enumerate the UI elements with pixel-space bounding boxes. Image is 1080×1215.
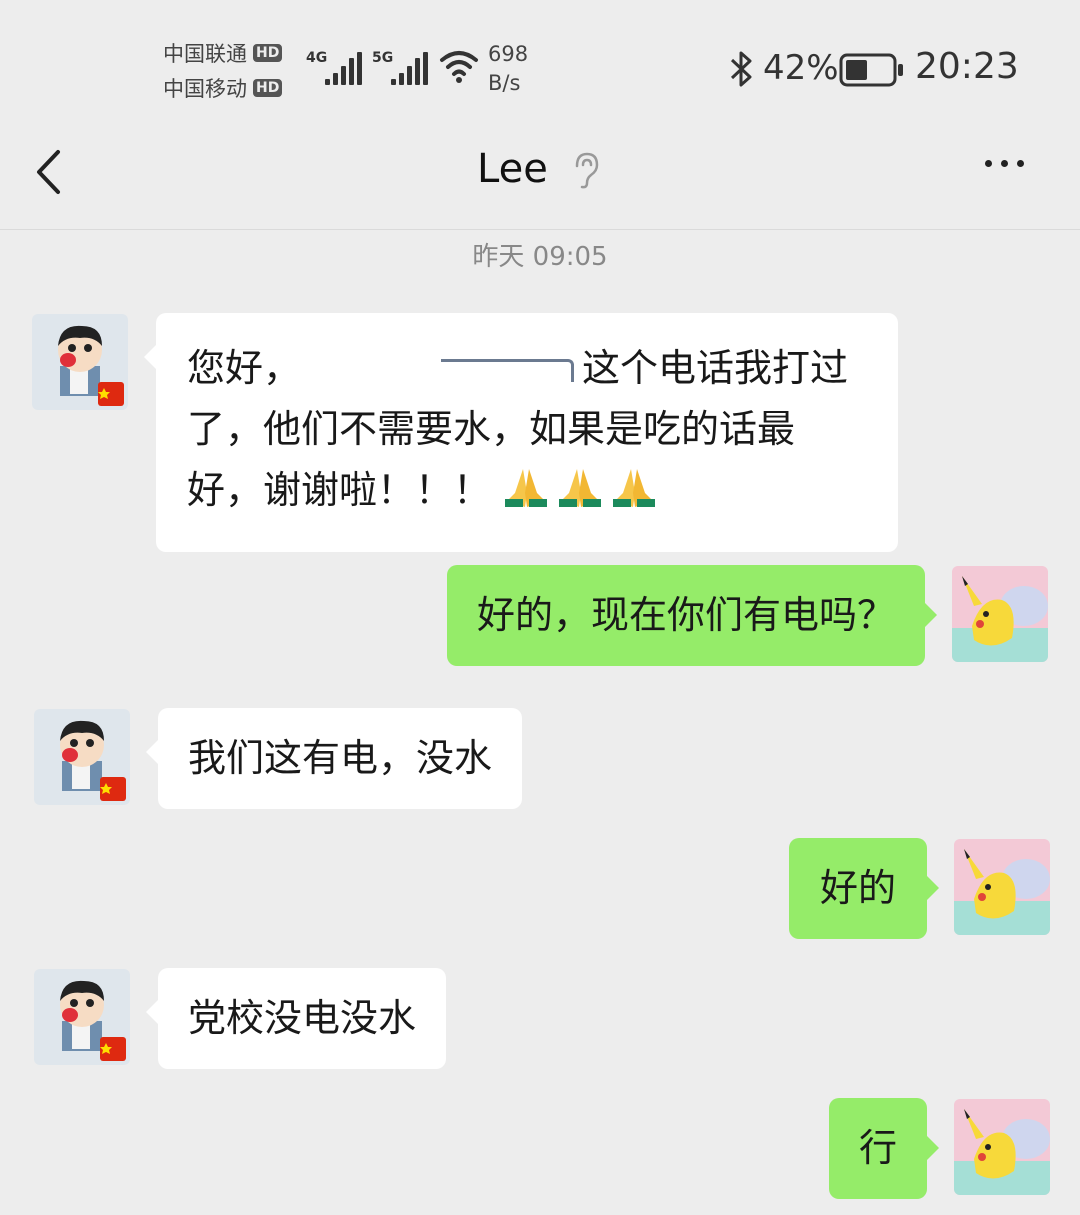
battery-percent: 42% <box>763 48 839 88</box>
message-text: 您好， <box>187 346 302 390</box>
self-avatar[interactable] <box>954 839 1050 935</box>
carrier-2: 中国移动 HD <box>163 73 283 103</box>
pray-emoji-icon <box>503 465 659 527</box>
signal-icon <box>391 52 428 85</box>
message-text: 党校没电没水 <box>188 996 417 1040</box>
message-bubble-sent[interactable]: 行 <box>828 1098 940 1199</box>
message-text: 好的，现在你们有电吗？ <box>476 593 895 637</box>
message-bubble-received[interactable]: 我们这有电，没水 <box>145 708 523 809</box>
message-timestamp: 昨天 09:05 <box>472 242 608 272</box>
back-icon[interactable] <box>30 148 70 198</box>
signal-icon <box>325 52 362 85</box>
message-text: 好的 <box>819 866 896 910</box>
contact-avatar[interactable] <box>34 709 130 805</box>
message-bubble-received[interactable]: 党校没电没水 <box>145 968 447 1069</box>
ear-icon <box>575 152 599 189</box>
carrier-2-name: 中国移动 <box>163 77 247 101</box>
network-speed-value: 698 <box>488 42 529 66</box>
chat-title: Lee <box>477 146 548 192</box>
message-bubble-received[interactable]: 您好， 这个电话我打过了，他们不需要水，如果是吃的话最好，谢谢啦！！！ <box>144 313 898 552</box>
self-avatar[interactable] <box>952 566 1048 662</box>
network-speed-unit: B/s <box>488 71 521 95</box>
battery-icon <box>839 53 903 87</box>
carrier-1-name: 中国联通 <box>163 42 247 66</box>
message-text: 行 <box>858 1126 897 1170</box>
bluetooth-icon <box>730 51 752 87</box>
chat-header: Lee <box>0 128 1080 230</box>
redaction-mark <box>441 359 575 382</box>
self-avatar[interactable] <box>954 1099 1050 1195</box>
message-bubble-sent[interactable]: 好的 <box>788 838 940 939</box>
clock: 20:23 <box>915 46 1019 87</box>
carrier-1: 中国联通 HD <box>163 38 283 68</box>
contact-avatar[interactable] <box>34 969 130 1065</box>
message-text: 我们这有电，没水 <box>188 736 493 780</box>
contact-avatar[interactable] <box>32 314 128 410</box>
wifi-icon <box>440 51 478 83</box>
message-bubble-sent[interactable]: 好的，现在你们有电吗？ <box>446 565 938 666</box>
status-bar: 中国联通 HD 中国移动 HD 4G 5G 698 B/s 42% 20:23 <box>0 0 1080 128</box>
more-icon[interactable] <box>985 160 1024 167</box>
hd-badge: HD <box>253 79 283 97</box>
hd-badge: HD <box>253 44 283 62</box>
